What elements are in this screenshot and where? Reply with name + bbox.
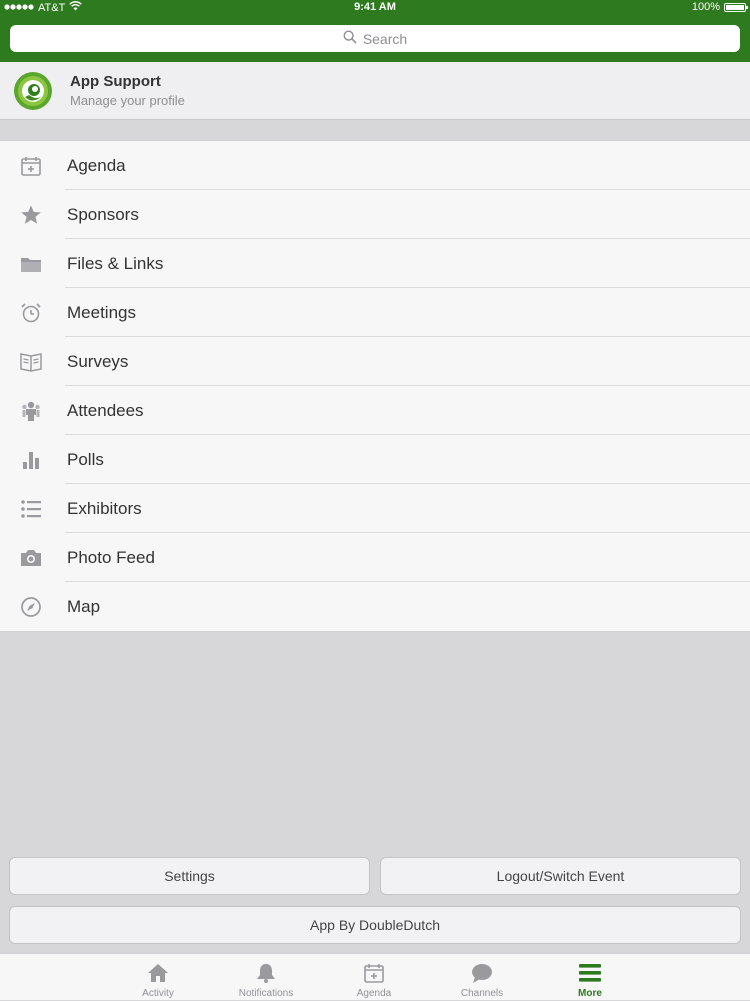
profile-row[interactable]: App Support Manage your profile [0, 62, 750, 120]
tab-label: Notifications [238, 988, 294, 999]
people-icon [19, 399, 43, 423]
menu-item-exhibitors[interactable]: Exhibitors [0, 484, 750, 533]
menu-item-meetings[interactable]: Meetings [0, 288, 750, 337]
menu-item-surveys[interactable]: Surveys [0, 337, 750, 386]
tab-activity[interactable]: Activity [104, 954, 212, 1001]
battery-percent: 100% [691, 1, 720, 13]
search-placeholder: Search [362, 30, 408, 47]
bell-icon [254, 961, 278, 985]
menu-item-files-links[interactable]: Files & Links [0, 239, 750, 288]
calendar-add-icon [19, 154, 43, 178]
menu-item-label: Surveys [67, 351, 129, 371]
menu-item-map[interactable]: Map [0, 582, 750, 631]
tab-label: Agenda [356, 988, 392, 999]
battery-group: 100% [691, 1, 748, 13]
camera-icon [19, 546, 43, 570]
menu-item-label: Photo Feed [67, 547, 155, 567]
tab-label: Channels [460, 988, 504, 999]
wifi-icon [69, 1, 83, 14]
tab-more[interactable]: More [536, 954, 644, 1001]
tab-notifications[interactable]: Notifications [212, 954, 320, 1001]
folder-icon [19, 252, 43, 276]
signal-dots-icon [4, 2, 34, 14]
open-book-icon [19, 350, 43, 374]
menu-icon [578, 961, 602, 985]
tab-label: More [578, 988, 602, 999]
more-menu-list: Agenda Sponsors Files & Links Meetings S… [0, 140, 750, 632]
app-by-doubledutch-button[interactable]: App By DoubleDutch [9, 906, 741, 944]
menu-item-label: Agenda [67, 155, 126, 175]
menu-item-label: Meetings [67, 302, 136, 322]
search-input[interactable]: Search [10, 25, 740, 52]
menu-item-agenda[interactable]: Agenda [0, 141, 750, 190]
chat-bubble-icon [470, 961, 494, 985]
tab-bar: Activity Notifications Agenda Channels M… [0, 953, 750, 1000]
menu-item-attendees[interactable]: Attendees [0, 386, 750, 435]
menu-item-label: Polls [67, 449, 104, 469]
settings-button[interactable]: Settings [9, 857, 370, 895]
star-icon [19, 203, 43, 227]
carrier-group: AT&T [4, 1, 83, 14]
menu-item-label: Attendees [67, 400, 144, 420]
calendar-add-icon [362, 961, 386, 985]
status-bar: AT&T 9:41 AM 100% [0, 0, 750, 16]
battery-icon [724, 2, 748, 12]
status-time: 9:41 AM [354, 1, 396, 13]
menu-item-sponsors[interactable]: Sponsors [0, 190, 750, 239]
profile-subtitle: Manage your profile [70, 93, 185, 108]
search-icon [343, 30, 357, 47]
menu-item-polls[interactable]: Polls [0, 435, 750, 484]
menu-item-label: Exhibitors [67, 498, 142, 518]
menu-item-label: Map [67, 596, 101, 616]
logout-switch-event-button[interactable]: Logout/Switch Event [380, 857, 741, 895]
tab-agenda[interactable]: Agenda [320, 954, 428, 1001]
carrier-name: AT&T [38, 1, 66, 14]
alarm-clock-icon [19, 301, 43, 325]
tab-label: Activity [142, 988, 174, 999]
list-icon [19, 497, 43, 521]
menu-item-photo-feed[interactable]: Photo Feed [0, 533, 750, 582]
home-icon [146, 961, 170, 985]
menu-item-label: Sponsors [67, 204, 139, 224]
search-bar-container: Search [0, 16, 750, 62]
bar-chart-icon [19, 448, 43, 472]
menu-item-label: Files & Links [67, 253, 164, 273]
profile-name: App Support [70, 73, 161, 90]
compass-icon [19, 595, 43, 619]
tab-channels[interactable]: Channels [428, 954, 536, 1001]
app-logo-icon [13, 71, 53, 111]
